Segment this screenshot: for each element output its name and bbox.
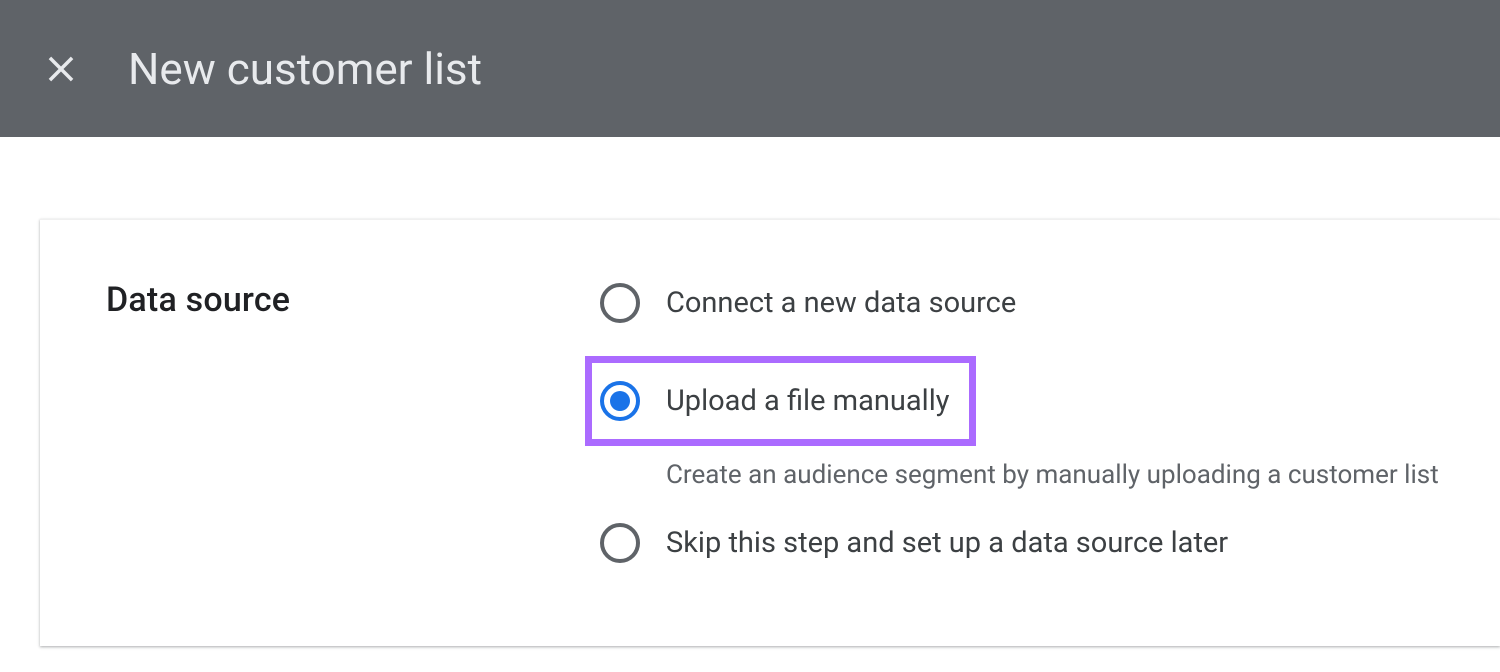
radio-unchecked-icon [600, 283, 640, 323]
radio-checked-icon [600, 381, 640, 421]
radio-label: Skip this step and set up a data source … [666, 526, 1228, 560]
radio-option-upload-file[interactable]: Upload a file manually [585, 356, 976, 446]
content-card: Data source Connect a new data source Up… [40, 219, 1500, 646]
dialog-title: New customer list [128, 43, 482, 95]
radio-option-skip-step[interactable]: Skip this step and set up a data source … [600, 520, 1439, 566]
radio-label: Connect a new data source [666, 286, 1016, 320]
dialog-header: New customer list [0, 0, 1500, 137]
section-label: Data source [40, 280, 600, 320]
radio-options-group: Connect a new data source Upload a file … [600, 280, 1439, 566]
radio-unchecked-icon [600, 523, 640, 563]
radio-label: Upload a file manually [666, 384, 949, 418]
data-source-section: Data source Connect a new data source Up… [40, 280, 1500, 566]
radio-option-connect-new[interactable]: Connect a new data source [600, 280, 1439, 326]
close-icon[interactable] [42, 50, 80, 88]
option-description: Create an audience segment by manually u… [666, 460, 1439, 490]
